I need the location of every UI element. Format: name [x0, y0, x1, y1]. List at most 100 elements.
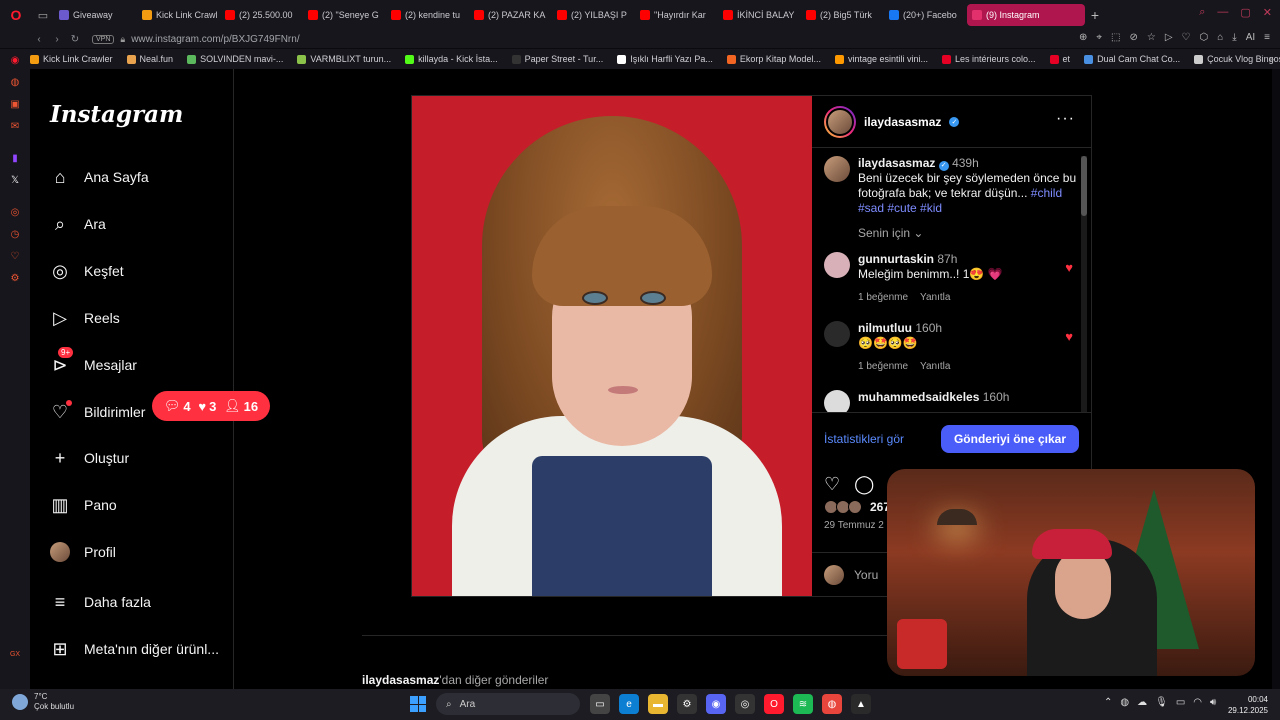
workspaces-icon[interactable]: ▭ [32, 0, 54, 30]
gx-icon[interactable]: GX [9, 649, 21, 661]
comments-scrollbar[interactable] [1081, 156, 1087, 412]
bookmark-item[interactable]: Paper Street - Tur... [511, 54, 603, 64]
steam-icon[interactable]: ◎ [735, 694, 755, 714]
comment-likes[interactable]: 1 beğenme [858, 359, 908, 374]
browser-tab[interactable]: (2) "Seneye G [303, 4, 385, 26]
nav-item-dashboard[interactable]: ▥ Pano [50, 491, 116, 519]
bookmark-item[interactable]: SOLVINDEN mavi-... [187, 54, 283, 64]
nav-item-plus[interactable]: + Oluştur [50, 444, 129, 472]
mic-icon[interactable]: 🎙︎ [1155, 697, 1168, 708]
vpn-badge[interactable]: VPN [92, 34, 115, 44]
instagram-logo[interactable]: Instagram [50, 101, 183, 128]
nav-item-reels[interactable]: ▷ Reels [50, 304, 120, 332]
nav-item-avatar[interactable]: Profil [50, 538, 116, 566]
aria-icon[interactable]: ◉ [9, 55, 21, 67]
heart-outline-icon[interactable]: ♡ [1182, 32, 1191, 43]
bookmark-item[interactable]: Les intérieurs colo... [942, 54, 1036, 64]
settings-icon[interactable]: ⚙ [9, 273, 21, 285]
clock[interactable]: 00:04 29.12.2025 [1228, 694, 1268, 716]
bookmark-item[interactable]: vintage esintili vini... [834, 54, 928, 64]
player-icon[interactable]: ◎ [9, 207, 21, 219]
nav-item-compass[interactable]: ◎ Keşfet [50, 257, 124, 285]
browser-tab[interactable]: "Hayırdır Kar [635, 4, 717, 26]
caption-username[interactable]: ilaydasasmaz [858, 156, 935, 170]
close-icon[interactable]: ✕ [1263, 6, 1272, 19]
wallet-icon[interactable]: ⌂ [1217, 32, 1223, 43]
twitch-icon[interactable]: ▮ [9, 153, 21, 165]
comment-username[interactable]: gunnurtaskin [858, 252, 934, 266]
notification-pill[interactable]: 💬︎ 4 ♥ 3 👤︎ 16 [152, 391, 270, 421]
browser-tab[interactable]: (2) Big5 Türk [801, 4, 883, 26]
bookmarks-more-icon[interactable]: » [1269, 54, 1274, 64]
chevron-up-icon[interactable]: ⌃ [1104, 697, 1112, 708]
display-icon[interactable]: ▭ [1176, 697, 1185, 708]
for-you-filter[interactable]: Senin için ⌄ [858, 226, 1079, 240]
bookmark-item[interactable]: Ekorp Kitap Model... [726, 54, 821, 64]
browser-tab[interactable]: İKİNCİ BALAY [718, 4, 800, 26]
opera-gx-icon[interactable]: O [764, 694, 784, 714]
messenger-sidebar-icon[interactable]: ◍ [9, 77, 21, 89]
weather-widget[interactable]: 7°C Çok bulutlu [12, 692, 74, 712]
obs-icon[interactable]: ▲ [851, 694, 871, 714]
nav-item-meta-apps[interactable]: ⊞ Meta'nın diğer ürünl... [50, 635, 219, 663]
chrome-icon[interactable]: ◍ [822, 694, 842, 714]
taskbar-search[interactable]: ⌕ Ara [436, 693, 580, 715]
reply-button[interactable]: Yanıtla [920, 290, 950, 305]
opera-menu-icon[interactable]: O [0, 0, 32, 30]
bookmark-item[interactable]: Kick Link Crawler [30, 54, 113, 64]
browser-tab[interactable]: (9) Instagram [967, 4, 1085, 26]
bookmark-item[interactable]: Çocuk Vlog Bingosu [1194, 54, 1280, 64]
author-username[interactable]: ilaydasasmaz [864, 115, 941, 129]
adblock-icon[interactable]: ⊘ [1129, 32, 1137, 43]
comment-username[interactable]: nilmutluu [858, 321, 912, 335]
task-view-icon[interactable]: ▭ [590, 694, 610, 714]
pinboard-icon[interactable]: ♡ [9, 251, 21, 263]
reload-icon[interactable]: ↻ [66, 34, 84, 45]
avatar[interactable] [824, 156, 850, 182]
back-icon[interactable]: ‹ [30, 34, 48, 45]
volume-icon[interactable]: 🔊︎ [1210, 697, 1216, 708]
browser-tab[interactable]: (2) PAZAR KA [469, 4, 551, 26]
hashtag-links[interactable]: #sad #cute #kid [858, 201, 942, 215]
comment-likes[interactable]: 1 beğenme [858, 290, 908, 305]
ai-button[interactable]: AI [1246, 32, 1255, 43]
liked-heart-icon[interactable]: ♥ [1065, 260, 1073, 275]
bookmark-item[interactable]: Neal.fun [126, 54, 173, 64]
reply-button[interactable]: Yanıtla [920, 359, 950, 374]
snapshot-icon[interactable]: ⌖ [1096, 32, 1102, 43]
file-explorer-icon[interactable]: ▬ [648, 694, 668, 714]
comment-username[interactable]: muhammedsaidkeles [858, 390, 979, 404]
browser-tab[interactable]: (20+) Facebo [884, 4, 966, 26]
cloud-icon[interactable]: ☁ [1137, 697, 1147, 708]
bookmark-icon[interactable]: ☆ [1147, 32, 1156, 43]
network-icon[interactable]: ◍ [1120, 697, 1129, 708]
search-tabs-icon[interactable]: ⌕ [1199, 6, 1205, 19]
more-posts-user[interactable]: ilaydasasmaz [362, 673, 439, 687]
extensions-icon[interactable]: ⬡ [1200, 32, 1209, 43]
download-icon[interactable]: ⤓ [1232, 32, 1236, 43]
bookmark-item[interactable]: VARMBLIXT turun... [297, 54, 391, 64]
browser-tab[interactable]: Giveaway [54, 4, 136, 26]
zoom-icon[interactable]: ⊕ [1079, 32, 1087, 43]
discord-icon[interactable]: ◉ [706, 694, 726, 714]
nav-item-menu[interactable]: ≡ Daha fazla [50, 588, 151, 616]
play-icon[interactable]: ▷ [1165, 32, 1173, 43]
browser-tab[interactable]: (2) kendine tu [386, 4, 468, 26]
avatar[interactable] [824, 390, 850, 412]
spotify-icon[interactable]: ≋ [793, 694, 813, 714]
hashtag-link[interactable]: #child [1031, 186, 1062, 200]
browser-tab[interactable]: (2) YILBAŞI P [552, 4, 634, 26]
post-photo[interactable] [412, 96, 812, 596]
browser-tab[interactable]: (2) 25.500.00 [220, 4, 302, 26]
author-avatar[interactable] [824, 105, 856, 138]
bookmark-item[interactable]: et [1049, 54, 1070, 64]
menu-icon[interactable]: ≡ [1264, 32, 1270, 43]
boost-post-button[interactable]: Gönderiyi öne çıkar [940, 424, 1079, 453]
url-field[interactable]: www.instagram.com/p/BXJG749FNrn/ [131, 34, 299, 45]
comment-icon[interactable]: ◯ [854, 474, 874, 495]
nav-item-home[interactable]: ⌂ Ana Sayfa [50, 163, 149, 191]
maximize-icon[interactable]: ▢ [1240, 6, 1250, 19]
avatar[interactable] [824, 252, 850, 278]
more-options-icon[interactable]: ··· [1056, 110, 1075, 128]
minimize-icon[interactable]: — [1217, 6, 1228, 19]
